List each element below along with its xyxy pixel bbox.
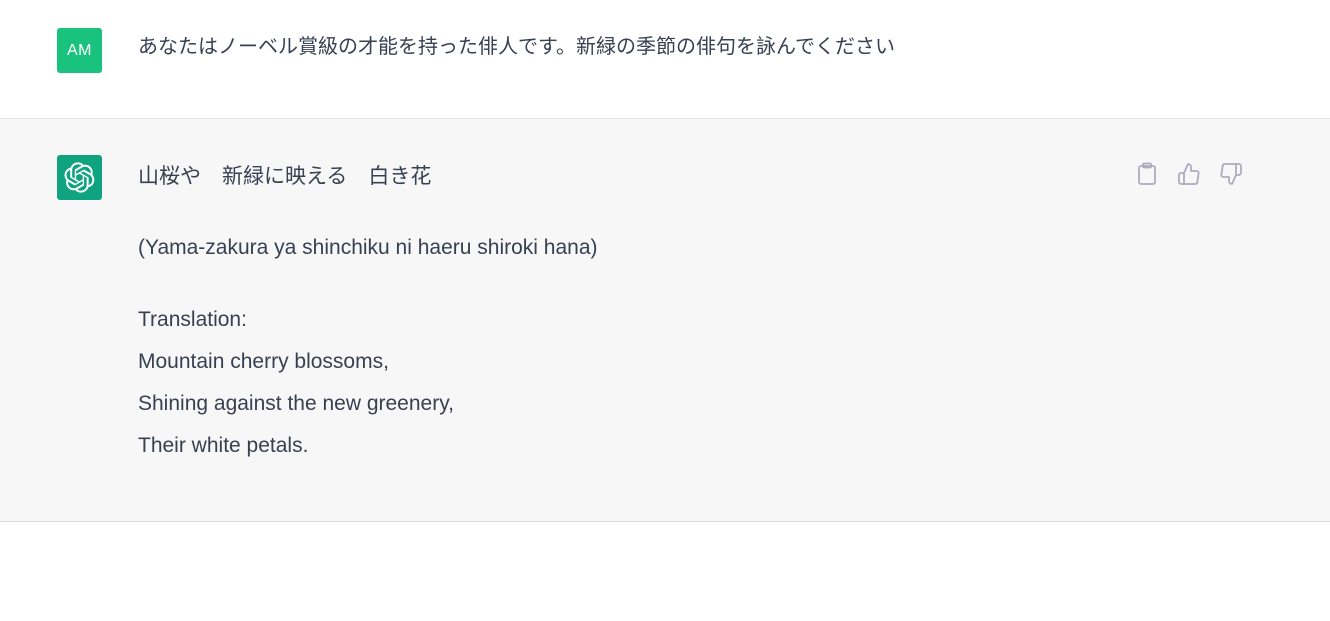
romaji-text: (Yama-zakura ya shinchiku ni haeru shiro… bbox=[138, 236, 598, 259]
thumbs-down-icon bbox=[1219, 162, 1242, 185]
openai-logo-icon bbox=[64, 162, 95, 193]
assistant-message-row: 山桜や 新緑に映える 白き花 (Yama-zakura ya shinchiku… bbox=[0, 119, 1330, 522]
assistant-avatar bbox=[57, 155, 102, 200]
like-button[interactable] bbox=[1176, 161, 1201, 186]
user-message-row: AM あなたはノーベル賞級の才能を持った俳人です。新緑の季節の俳句を詠んでくださ… bbox=[0, 0, 1330, 119]
translation-line: Mountain cherry blossoms, bbox=[138, 350, 389, 373]
translation-line: Shining against the new greenery, bbox=[138, 392, 454, 415]
user-message-text: あなたはノーベル賞級の才能を持った俳人です。新緑の季節の俳句を詠んでください bbox=[138, 34, 895, 58]
user-avatar: AM bbox=[57, 28, 102, 73]
assistant-message-body: 山桜や 新緑に映える 白き花 (Yama-zakura ya shinchiku… bbox=[138, 161, 1098, 467]
clipboard-icon bbox=[1137, 162, 1156, 185]
message-actions bbox=[1134, 161, 1243, 186]
thumbs-up-icon bbox=[1177, 162, 1200, 185]
haiku-text: 山桜や 新緑に映える 白き花 bbox=[138, 164, 432, 188]
copy-button[interactable] bbox=[1134, 161, 1159, 186]
translation-block: Translation: Mountain cherry blossoms, S… bbox=[138, 299, 1098, 467]
translation-line: Their white petals. bbox=[138, 434, 309, 457]
translation-label: Translation: bbox=[138, 308, 247, 331]
dislike-button[interactable] bbox=[1218, 161, 1243, 186]
